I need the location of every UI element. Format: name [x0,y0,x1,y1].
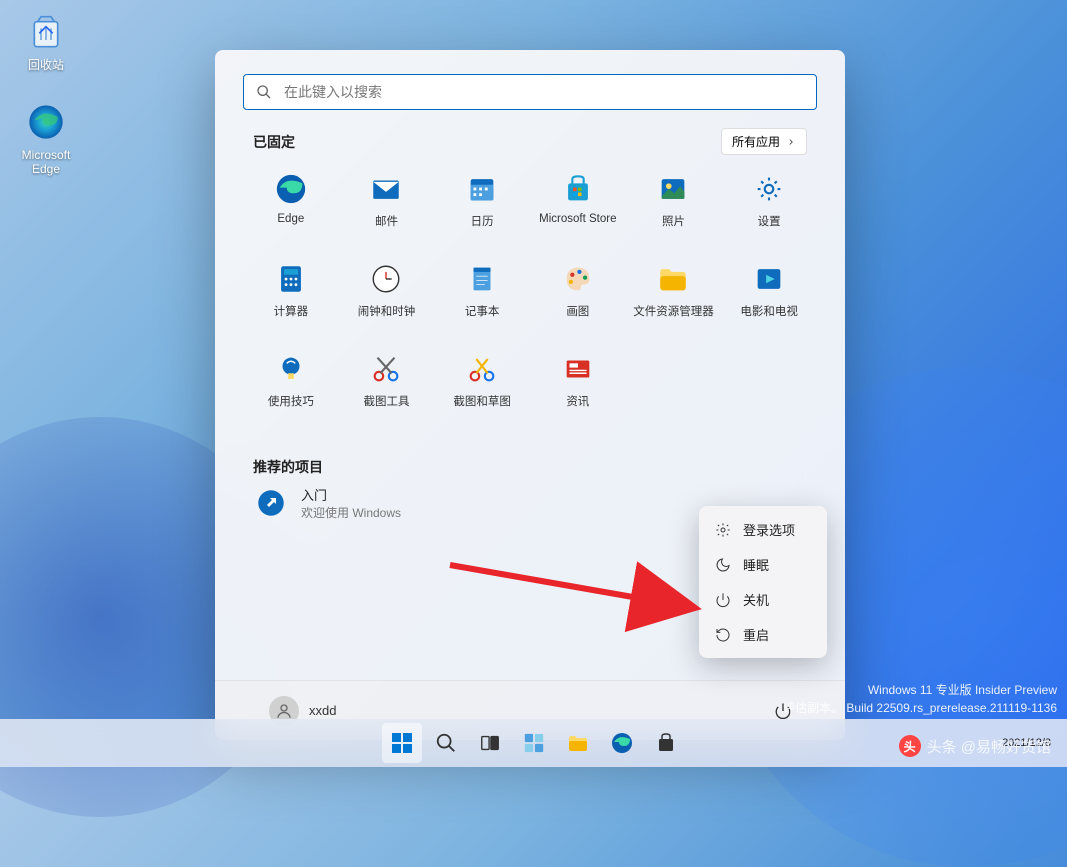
power-shutdown[interactable]: 关机 [705,582,821,617]
taskbar-store[interactable] [646,723,686,763]
pinned-calendar[interactable]: 日历 [434,165,530,239]
rec-title: 入门 [301,485,401,504]
getting-started-icon [253,485,289,521]
power-sleep[interactable]: 睡眠 [705,547,821,582]
recycle-bin-label: 回收站 [8,56,84,73]
pinned-apps-grid: Edge 邮件 日历 Microsoft Store 照片 设置 计算器 闹钟和… [215,165,845,439]
power-restart[interactable]: 重启 [705,617,821,652]
taskbar-widgets[interactable] [514,723,554,763]
pinned-tips[interactable]: 使用技巧 [243,345,339,419]
pinned-title: 已固定 [253,132,295,152]
pinned-mail[interactable]: 邮件 [339,165,435,239]
pinned-calculator[interactable]: 计算器 [243,255,339,329]
build-info: Windows 11 专业版 Insider Preview 评估副本。 Bui… [783,681,1057,717]
recommended-title: 推荐的项目 [253,457,807,477]
pinned-news[interactable]: 资讯 [530,345,626,419]
edge-desktop-icon[interactable]: Microsoft Edge [8,100,84,176]
pinned-movies[interactable]: 电影和电视 [721,255,817,329]
pinned-store[interactable]: Microsoft Store [530,165,626,239]
gear-icon [715,522,731,538]
search-box[interactable]: 在此键入以搜索 [243,74,817,110]
taskbar-edge[interactable] [602,723,642,763]
user-name: xxdd [309,703,336,718]
start-menu: 在此键入以搜索 已固定 所有应用 Edge 邮件 日历 Microsoft St… [215,50,845,740]
pinned-clock[interactable]: 闹钟和时钟 [339,255,435,329]
taskbar: 2021/12/8 [0,719,1067,767]
taskbar-start[interactable] [382,723,422,763]
pinned-explorer[interactable]: 文件资源管理器 [626,255,722,329]
recycle-bin[interactable]: 回收站 [8,8,84,73]
edge-desktop-label: Microsoft Edge [8,148,84,176]
pinned-snipping[interactable]: 截图工具 [339,345,435,419]
edge-icon [24,100,68,144]
pinned-notepad[interactable]: 记事本 [434,255,530,329]
system-tray[interactable]: 2021/12/8 [1002,719,1063,767]
power-menu: 登录选项 睡眠 关机 重启 [699,506,827,658]
pinned-edge[interactable]: Edge [243,165,339,239]
restart-icon [715,627,731,643]
pinned-paint[interactable]: 画图 [530,255,626,329]
search-placeholder: 在此键入以搜索 [284,82,382,102]
power-signin-options[interactable]: 登录选项 [705,512,821,547]
rec-sub: 欢迎使用 Windows [301,504,401,521]
pinned-snip-sketch[interactable]: 截图和草图 [434,345,530,419]
tray-date: 2021/12/8 [1002,737,1051,749]
recycle-bin-icon [24,8,68,52]
pinned-photos[interactable]: 照片 [626,165,722,239]
taskbar-taskview[interactable] [470,723,510,763]
moon-icon [715,557,731,573]
chevron-right-icon [786,137,796,147]
recommended-getting-started[interactable]: 入门 欢迎使用 Windows [253,477,513,529]
taskbar-explorer[interactable] [558,723,598,763]
all-apps-button[interactable]: 所有应用 [721,128,807,155]
taskbar-search[interactable] [426,723,466,763]
power-icon [715,592,731,608]
search-icon [256,84,272,100]
pinned-settings[interactable]: 设置 [721,165,817,239]
